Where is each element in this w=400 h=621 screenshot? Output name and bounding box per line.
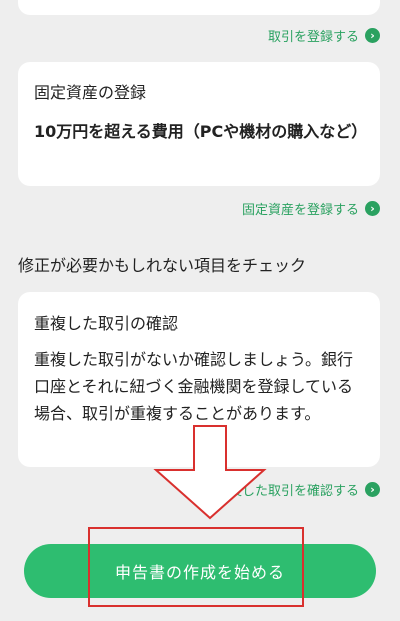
register-transaction-link-label: 取引を登録する bbox=[267, 30, 359, 45]
chevron-right-circle-icon: › bbox=[365, 201, 380, 216]
fixed-asset-card-title: 固定資産の登録 bbox=[34, 83, 147, 102]
register-asset-link[interactable]: 固定資産を登録する › bbox=[242, 199, 380, 218]
check-duplicate-link-label: 重複した取引を確認する bbox=[215, 484, 359, 499]
fixed-asset-card: 固定資産の登録 10万円を超える費用（PCや機材の購入など） bbox=[18, 62, 380, 186]
start-return-button-label: 申告書の作成を始める bbox=[114, 565, 285, 582]
check-duplicate-link[interactable]: 重複した取引を確認する › bbox=[216, 480, 380, 499]
register-transaction-link[interactable]: 取引を登録する › bbox=[268, 26, 380, 45]
transaction-card-partial bbox=[18, 0, 380, 15]
duplicate-card: 重複した取引の確認 重複した取引がないか確認しましょう。銀行口座とそれに紐づく金… bbox=[18, 292, 380, 467]
chevron-right-circle-icon: › bbox=[365, 28, 380, 43]
chevron-right-circle-icon: › bbox=[365, 482, 380, 497]
duplicate-card-title: 重複した取引の確認 bbox=[34, 314, 179, 333]
duplicate-card-body: 重複した取引がないか確認しましょう。銀行口座とそれに紐づく金融機関を登録している… bbox=[34, 350, 354, 423]
section-heading: 修正が必要かもしれない項目をチェック bbox=[18, 256, 307, 275]
fixed-asset-card-body: 10万円を超える費用（PCや機材の購入など） bbox=[34, 122, 368, 141]
register-asset-link-label: 固定資産を登録する bbox=[241, 203, 359, 218]
start-return-button[interactable]: 申告書の作成を始める bbox=[24, 544, 376, 598]
